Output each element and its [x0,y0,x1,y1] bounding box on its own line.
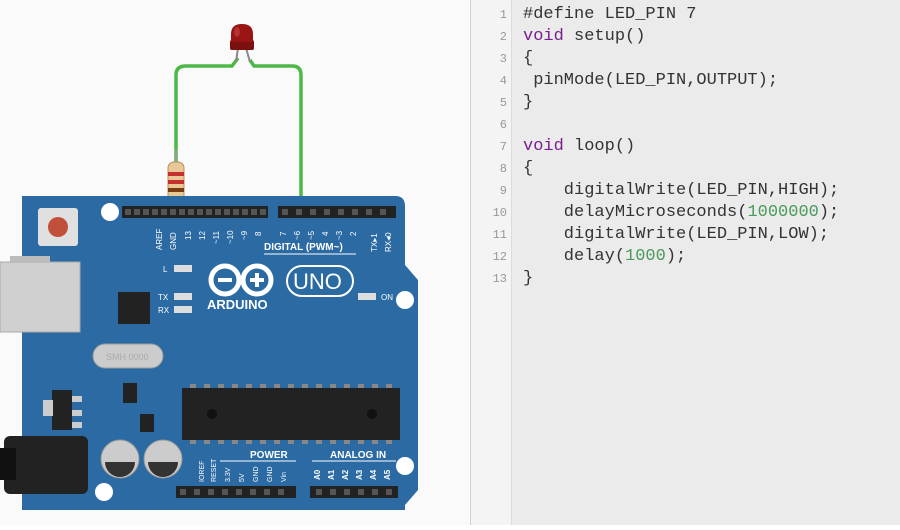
line-number: 5 [499,96,507,110]
led-l-label: L [163,265,168,274]
circuit-canvas[interactable]: AREF GND 13 12 ~11 ~10 ~9 8 7 ~6 ~5 4 ~3… [0,0,470,525]
led-tx [174,293,192,300]
pin-label: ~6 [293,230,302,240]
pin-label: 2 [349,231,358,236]
analog-header-label: ANALOG IN [330,450,386,461]
code-line[interactable]: digitalWrite(LED_PIN,HIGH); [523,181,839,201]
pin-label: ~5 [307,230,316,240]
pin-label: A4 [369,469,378,480]
pin-label: RX◂0 [384,232,393,252]
code-line[interactable]: digitalWrite(LED_PIN,LOW); [523,225,829,245]
code-line[interactable]: { [523,159,533,179]
usb-port [0,261,81,333]
line-number: 8 [499,162,507,176]
pin-label: A0 [313,469,322,480]
crystal-label: SMH 0000 [106,352,149,362]
pin-label: A1 [327,469,336,480]
model-label: UNO [293,269,342,294]
line-number: 9 [499,184,507,198]
on-label: ON [381,293,393,302]
led-rx-label: RX [158,306,170,315]
code-line[interactable]: pinMode(LED_PIN,OUTPUT); [523,71,778,91]
line-number-gutter: 1 2 3 4 5 6 7 8 9 10 11 12 13 [471,0,512,525]
line-number: 10 [492,206,507,220]
code-line[interactable]: } [523,93,533,113]
pin-label: A2 [341,469,350,480]
pin-label: ~3 [335,230,344,240]
wire-green[interactable] [174,56,303,210]
power-header-label: POWER [250,450,289,461]
analog-header[interactable] [310,486,398,498]
led-rx [174,306,192,313]
line-number: 13 [492,272,507,286]
pin-label: 7 [279,231,288,236]
line-number: 4 [499,74,507,88]
code-line[interactable]: void loop() [523,137,635,157]
led-on [358,293,376,300]
code-line[interactable]: #define LED_PIN 7 [523,5,696,25]
code-line[interactable]: { [523,49,533,69]
pin-label: 3.3V [225,467,232,482]
line-number: 12 [492,250,507,264]
led-l [174,265,192,272]
line-number: 3 [499,52,507,66]
line-number: 7 [499,140,507,154]
pin-label: Vin [281,472,288,482]
code-line[interactable]: void setup() [523,27,645,47]
power-jack [4,436,88,494]
line-number: 1 [499,8,507,22]
digital-header-label: DIGITAL (PWM~) [264,242,343,253]
arduino-uno-board[interactable]: AREF GND 13 12 ~11 ~10 ~9 8 7 ~6 ~5 4 ~3… [0,196,418,510]
pin-label: ~9 [240,230,249,240]
pin-label: 12 [198,231,207,240]
led-tx-label: TX [158,293,169,302]
pin-label: TX▸1 [370,233,379,252]
pin-label: A5 [383,469,392,480]
capacitor [100,439,140,479]
pin-label: GND [253,466,260,482]
pin-label: 5V [239,473,246,482]
code-line[interactable]: delay(1000); [523,247,686,267]
pin-label: 4 [321,231,330,236]
brand-label: ARDUINO [207,297,268,312]
pin-label: IOREF [199,461,206,482]
pin-label: GND [267,466,274,482]
pin-label: 13 [184,231,193,240]
code-line[interactable]: delayMicroseconds(1000000); [523,203,839,223]
line-number: 2 [499,30,507,44]
pin-label: A3 [355,469,364,480]
pin-label: 8 [254,231,263,236]
red-led[interactable] [230,24,254,63]
code-editor[interactable]: #define LED_PIN 7 void setup() { pinMode… [512,0,900,525]
code-line[interactable]: } [523,269,533,289]
pin-label: ~10 [226,230,235,244]
usb-chip [118,292,150,324]
capacitor [143,439,183,479]
voltage-regulator [52,390,72,430]
pin-label: AREF [155,229,164,250]
pin-label: RESET [211,458,218,482]
pin-label: GND [169,232,178,250]
pin-label: ~11 [212,230,221,244]
reset-button[interactable] [38,208,78,246]
line-number: 6 [499,118,507,132]
line-number: 11 [492,228,507,242]
